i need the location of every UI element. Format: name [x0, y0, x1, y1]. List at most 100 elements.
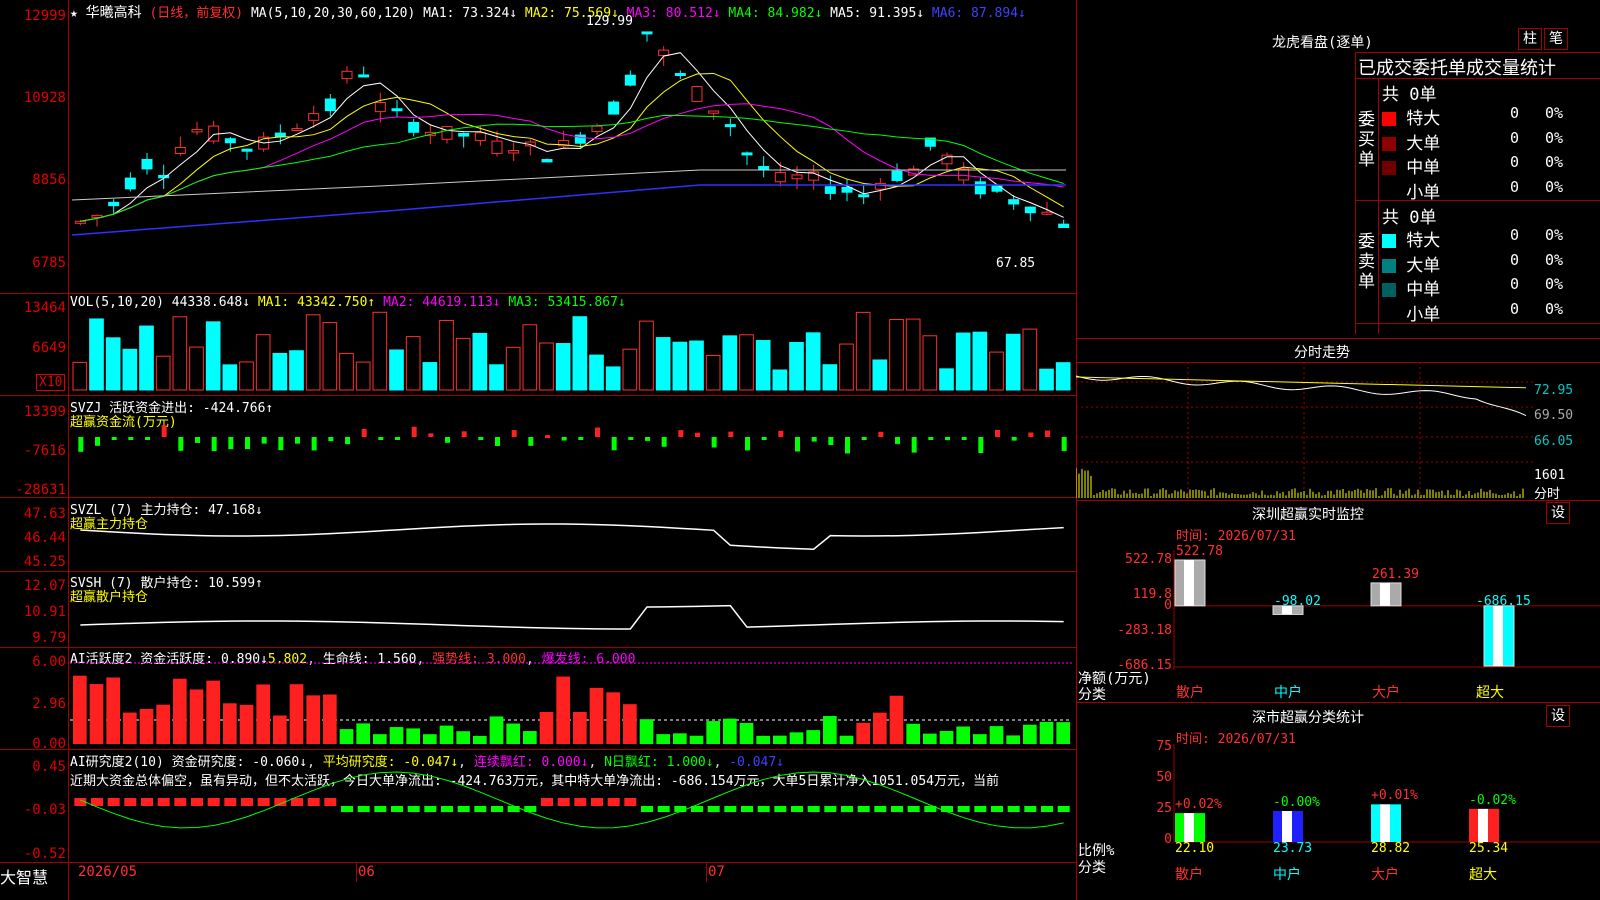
activity-bar	[289, 684, 304, 744]
flow-bar	[811, 437, 817, 442]
volume-bar	[355, 361, 371, 391]
activity-bar	[723, 718, 737, 744]
flow-bar	[511, 430, 517, 437]
lhb-tab[interactable]: 已成交委托单成交量统计	[1358, 54, 1556, 80]
activity-bar	[856, 722, 870, 744]
volume-bar	[939, 368, 954, 391]
volume-bar	[889, 319, 904, 391]
flow-bar	[128, 437, 134, 440]
chart-canvas[interactable]	[0, 0, 1076, 900]
row-percent: 0%	[1545, 177, 1564, 196]
classify-bar-highlight	[1478, 808, 1488, 842]
monitor-bar-highlight	[1184, 560, 1194, 606]
research-bar	[174, 798, 187, 806]
volume-bar	[789, 341, 804, 391]
activity-bar	[789, 732, 804, 744]
flow-bar	[295, 437, 300, 444]
research-bar	[957, 806, 970, 812]
candle	[841, 186, 853, 193]
candle	[974, 181, 986, 195]
flow-bar	[211, 437, 217, 452]
flow-bar	[328, 437, 334, 442]
intraday-chart[interactable]	[1076, 362, 1534, 500]
research-bar	[107, 798, 120, 806]
candle	[474, 132, 486, 141]
monitor-value: 261.39	[1372, 566, 1419, 582]
activity-bar	[1023, 724, 1037, 744]
flow-bar	[345, 437, 350, 445]
candle	[291, 128, 303, 132]
activity-bar	[689, 735, 704, 744]
activity-bar	[123, 712, 137, 744]
flow-bar	[195, 437, 200, 443]
flow-bar	[1011, 437, 1017, 441]
research-bar	[891, 806, 903, 812]
volume-bar	[339, 352, 354, 391]
monitor-category: 散户	[1176, 685, 1204, 701]
research-bar	[1041, 806, 1053, 812]
candle	[858, 194, 870, 198]
candle	[758, 166, 770, 171]
row-count: 0	[1510, 128, 1520, 147]
candle	[308, 113, 320, 121]
flow-bar	[861, 437, 867, 440]
volume-bar	[189, 346, 204, 391]
volume-bar	[222, 364, 238, 391]
volume-bar	[205, 321, 221, 391]
flow-bar	[745, 437, 750, 451]
volume-bar	[689, 340, 704, 391]
volume-bar	[955, 332, 971, 391]
activity-bar	[506, 723, 520, 744]
volume-bar	[622, 348, 638, 391]
research-bar	[991, 806, 1003, 812]
research-bar	[257, 798, 270, 806]
research-bar	[407, 806, 420, 812]
activity-bar	[256, 684, 270, 744]
volume-bar	[472, 332, 488, 391]
buy-total: 共 0单	[1382, 85, 1437, 105]
flow-bar	[878, 431, 884, 437]
volume-bar	[389, 349, 404, 391]
flow-bar	[478, 437, 484, 440]
activity-bar	[706, 721, 720, 744]
legend-swatch	[1382, 112, 1396, 126]
candle	[391, 108, 403, 112]
candle	[491, 140, 503, 154]
volume-bar	[239, 361, 254, 391]
activity-bar	[373, 734, 387, 744]
tick-mode-button[interactable]: 笔	[1544, 28, 1568, 50]
activity-bar	[773, 735, 787, 744]
flow-bar	[995, 429, 1000, 437]
chart-area[interactable]: ★ 华曦高科 (日线，前复权) MA(5,10,20,30,60,120) MA…	[0, 0, 1076, 900]
candle	[324, 98, 336, 112]
candle	[141, 158, 153, 170]
classify-chart[interactable]	[1076, 702, 1600, 900]
activity-bar	[223, 703, 237, 744]
candle	[74, 220, 86, 224]
flow-bar	[928, 437, 934, 440]
activity-bar	[923, 733, 937, 744]
candle	[641, 31, 653, 35]
volume-bar	[422, 362, 438, 391]
research-bar	[857, 806, 870, 812]
research-bar	[624, 798, 637, 806]
volume-bar	[839, 343, 854, 391]
candle	[741, 152, 753, 156]
flow-bar	[711, 437, 717, 448]
research-bar	[124, 798, 137, 806]
research-bar	[324, 798, 337, 806]
flow-bar	[678, 430, 684, 437]
candle	[1058, 223, 1070, 228]
candle	[674, 73, 686, 77]
activity-bar	[306, 695, 320, 744]
flow-bar	[495, 437, 500, 446]
activity-bar	[473, 735, 487, 744]
row-name: 大单	[1406, 255, 1441, 276]
candle	[891, 170, 903, 181]
volume-bar	[89, 318, 104, 391]
flow-bar	[695, 432, 700, 437]
volume-bar	[455, 337, 471, 391]
volume-bar	[1055, 362, 1071, 391]
volume-bar	[305, 314, 321, 391]
bar-mode-button[interactable]: 柱	[1518, 28, 1542, 50]
